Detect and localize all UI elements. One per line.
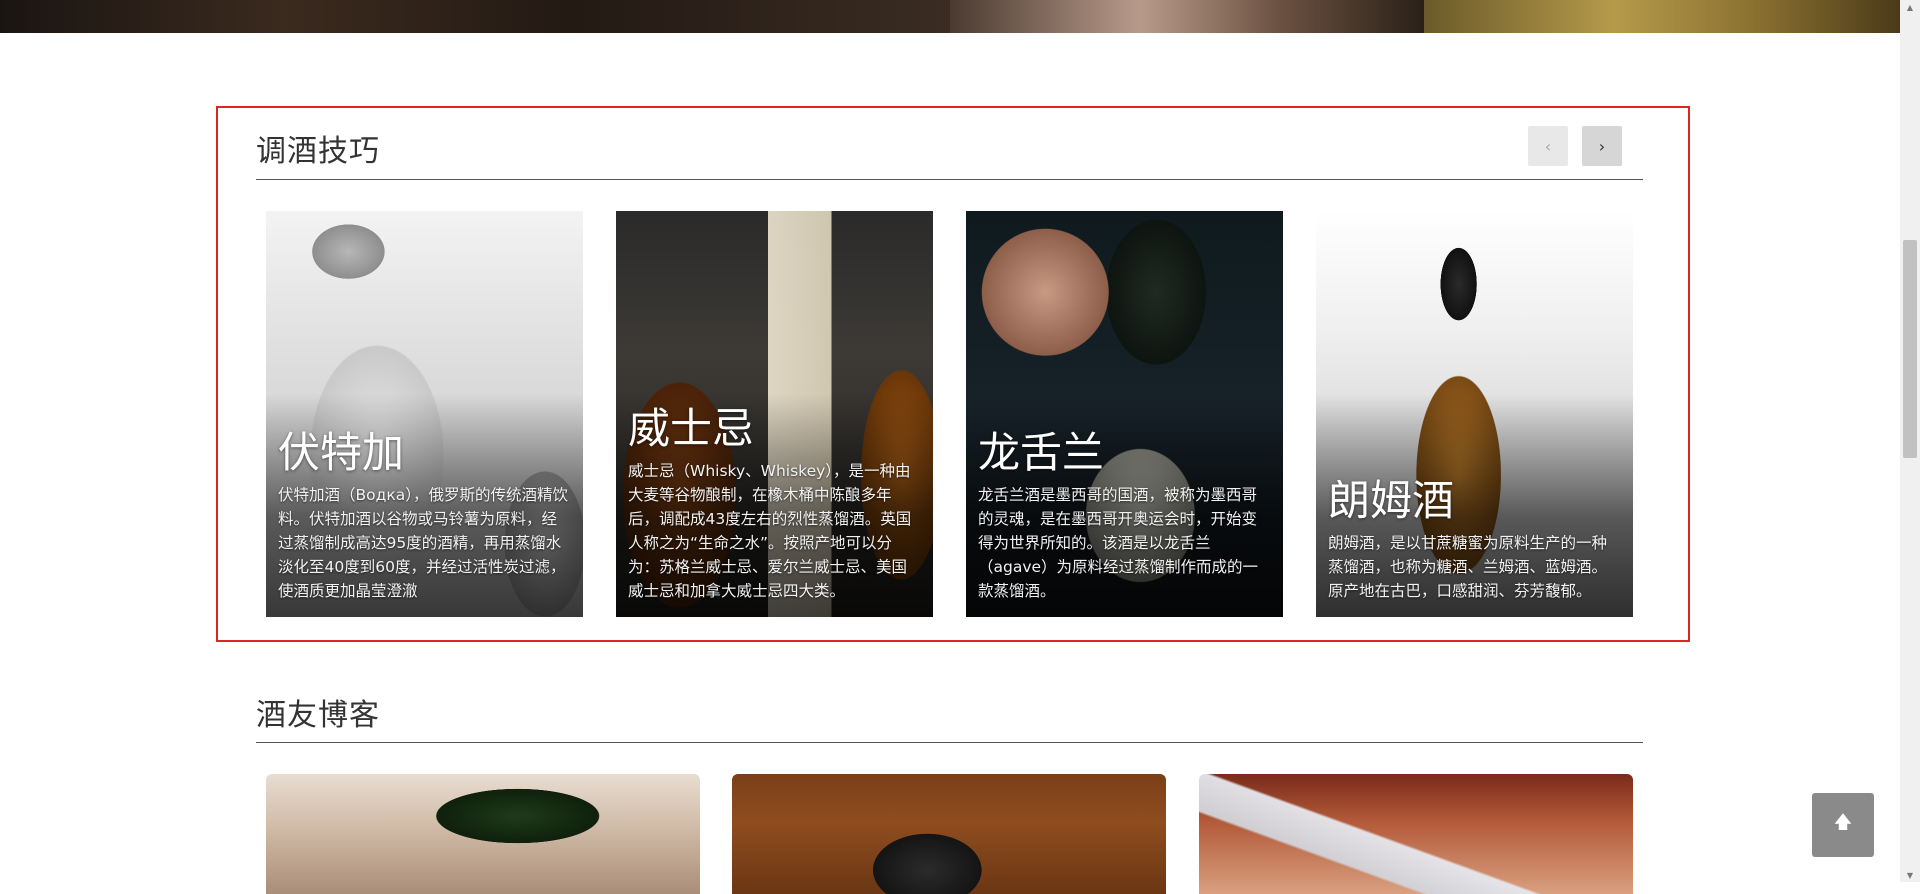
chevron-left-icon: ‹ [1544,136,1552,156]
card-title: 朗姆酒 [1328,476,1455,525]
card-title: 伏特加 [278,428,405,477]
scroll-down-arrow-icon[interactable]: ▼ [1900,868,1920,882]
blog-card-3-image[interactable] [1199,774,1633,894]
scrollbar-thumb[interactable] [1903,240,1917,458]
blog-divider [256,742,1643,743]
card-title: 龙舌兰 [978,428,1105,477]
banner-photo-3 [1424,0,1900,33]
carousel-prev-button[interactable]: ‹ [1528,126,1568,166]
card-description: 龙舌兰酒是墨西哥的国酒，被称为墨西哥的灵魂，是在墨西哥开奥运会时，开始变得为世界… [978,486,1259,600]
card-title: 威士忌 [628,404,755,453]
technique-card-vodka[interactable]: 伏特加 伏特加酒（Водка），俄罗斯的传统酒精饮料。伏特加酒以谷物或马铃薯为原… [266,211,583,617]
banner-photo-1 [0,0,950,33]
card-description: 朗姆酒，是以甘蔗糖蜜为原料生产的一种蒸馏酒，也称为糖酒、兰姆酒、蓝姆酒。原产地在… [1328,534,1608,600]
techniques-divider [256,179,1643,180]
banner-photo-2 [950,0,1424,33]
techniques-section-title: 调酒技巧 [256,134,380,169]
top-banner-image [0,0,1900,33]
card-description: 威士忌（Whisky、Whiskey），是一种由大麦等谷物酿制，在橡木桶中陈酿多… [628,462,912,600]
technique-card-rum[interactable]: 朗姆酒 朗姆酒，是以甘蔗糖蜜为原料生产的一种蒸馏酒，也称为糖酒、兰姆酒、蓝姆酒。… [1316,211,1633,617]
card-description: 伏特加酒（Водка），俄罗斯的传统酒精饮料。伏特加酒以谷物或马铃薯为原料，经过… [278,486,568,600]
blog-card-1-image[interactable] [266,774,700,894]
back-to-top-button[interactable]: 🡅 [1812,793,1874,857]
blog-section-title: 酒友博客 [256,698,380,733]
technique-card-whisky[interactable]: 威士忌 威士忌（Whisky、Whiskey），是一种由大麦等谷物酿制，在橡木桶… [616,211,933,617]
carousel-next-button[interactable]: › [1582,126,1622,166]
page-scrollbar[interactable]: ▲ ▼ [1900,0,1920,882]
arrow-up-icon: 🡅 [1833,812,1853,833]
scroll-up-arrow-icon[interactable]: ▲ [1900,0,1920,14]
technique-card-tequila[interactable]: 龙舌兰 龙舌兰酒是墨西哥的国酒，被称为墨西哥的灵魂，是在墨西哥开奥运会时，开始变… [966,211,1283,617]
blog-card-2-image[interactable] [732,774,1166,894]
chevron-right-icon: › [1598,136,1606,156]
